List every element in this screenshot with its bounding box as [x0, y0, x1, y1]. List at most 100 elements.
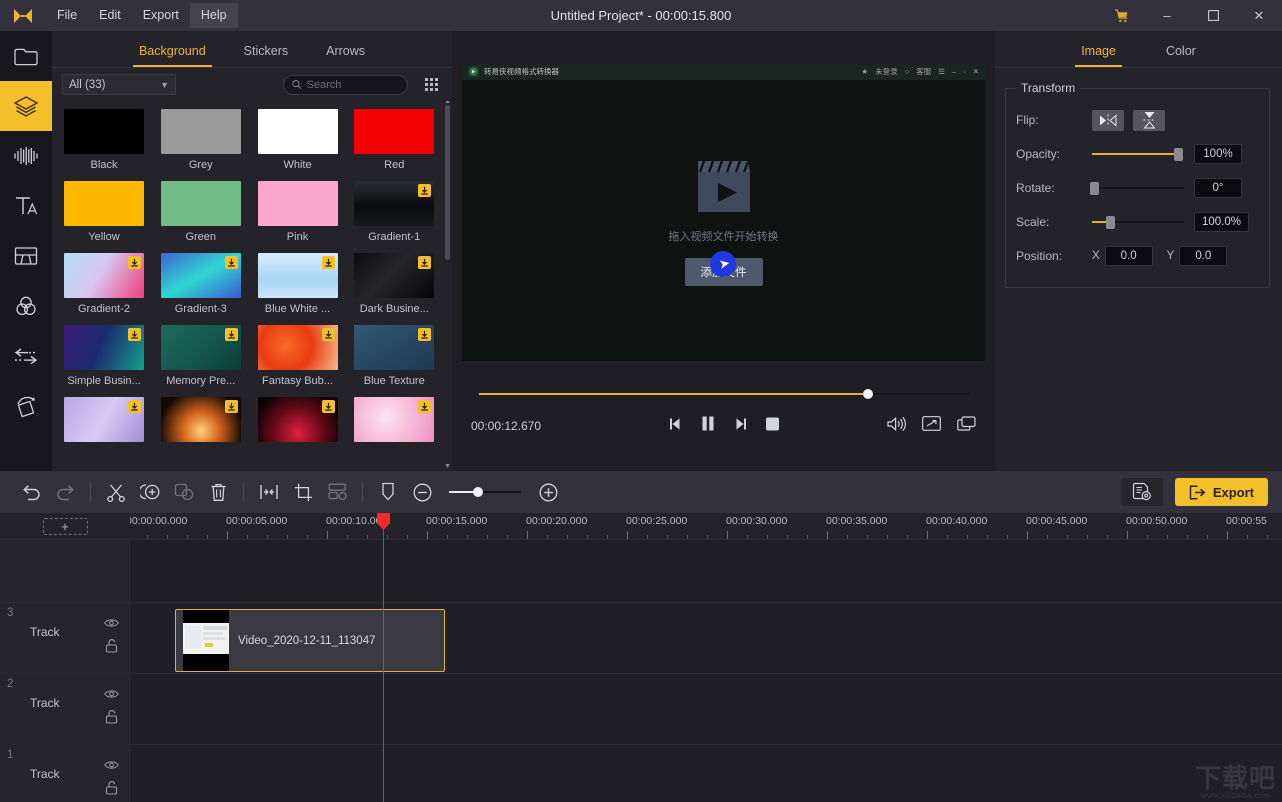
- background-tile[interactable]: Gradient-2: [64, 253, 144, 315]
- download-icon[interactable]: [128, 400, 141, 413]
- background-thumbnail[interactable]: [258, 253, 338, 298]
- background-tile[interactable]: Simple Busin...: [64, 325, 144, 387]
- sidebar-item-text[interactable]: [0, 181, 52, 231]
- background-thumbnail[interactable]: [161, 325, 241, 370]
- menu-help[interactable]: Help: [190, 3, 238, 28]
- close-button[interactable]: ✕: [1236, 0, 1282, 31]
- background-tile[interactable]: Pink: [258, 181, 338, 243]
- background-thumbnail[interactable]: [258, 397, 338, 442]
- sidebar-item-transitions[interactable]: [0, 331, 52, 381]
- scroll-down-arrow-icon[interactable]: ▼: [444, 463, 451, 470]
- background-tile[interactable]: Blue White ...: [258, 253, 338, 315]
- maximize-button[interactable]: [1190, 0, 1236, 31]
- tab-color[interactable]: Color: [1160, 44, 1202, 67]
- tab-background[interactable]: Background: [133, 44, 212, 67]
- background-tile[interactable]: Red: [354, 109, 434, 171]
- rotate-slider[interactable]: [1092, 181, 1184, 195]
- position-y-input[interactable]: 0.0: [1179, 246, 1227, 266]
- background-tile[interactable]: Black: [64, 109, 144, 171]
- flip-vertical-button[interactable]: [1133, 110, 1165, 131]
- background-tile[interactable]: [354, 397, 434, 447]
- split-button[interactable]: [99, 477, 133, 507]
- background-tile[interactable]: [64, 397, 144, 447]
- background-thumbnail[interactable]: [64, 181, 144, 226]
- download-icon[interactable]: [225, 256, 238, 269]
- tab-arrows[interactable]: Arrows: [320, 44, 371, 67]
- background-tile[interactable]: Dark Busine...: [354, 253, 434, 315]
- search-box[interactable]: [283, 75, 408, 95]
- rotate-value[interactable]: 0°: [1194, 178, 1242, 198]
- position-x-input[interactable]: 0.0: [1105, 246, 1153, 266]
- background-tile[interactable]: White: [258, 109, 338, 171]
- grid-view-icon[interactable]: [422, 75, 442, 95]
- snapshot-icon[interactable]: [957, 416, 976, 436]
- background-tile[interactable]: Fantasy Bub...: [258, 325, 338, 387]
- track-header[interactable]: 3Track: [0, 603, 130, 673]
- unlock-icon[interactable]: [105, 781, 118, 800]
- background-thumbnail[interactable]: [161, 253, 241, 298]
- background-thumbnail[interactable]: [161, 181, 241, 226]
- category-select[interactable]: All (33) ▼: [62, 74, 176, 95]
- mirror-button[interactable]: [252, 477, 286, 507]
- timeline-zoom-slider[interactable]: [449, 485, 521, 499]
- fullscreen-icon[interactable]: [922, 416, 941, 436]
- redo-button[interactable]: [48, 477, 82, 507]
- shopping-cart-icon[interactable]: [1098, 0, 1144, 31]
- pip-button[interactable]: [320, 477, 354, 507]
- download-icon[interactable]: [322, 256, 335, 269]
- track-header[interactable]: 2Track: [0, 674, 130, 744]
- track-lane[interactable]: Video_2020-12-11_113047: [130, 603, 1282, 673]
- background-thumbnail[interactable]: [64, 397, 144, 442]
- download-icon[interactable]: [418, 400, 431, 413]
- export-button[interactable]: Export: [1175, 478, 1268, 506]
- playhead[interactable]: [383, 513, 384, 802]
- copy-button[interactable]: [167, 477, 201, 507]
- opacity-handle[interactable]: [1174, 148, 1183, 161]
- scale-slider[interactable]: [1092, 215, 1184, 229]
- sidebar-item-overlays[interactable]: [0, 81, 52, 131]
- scale-value[interactable]: 100.0%: [1194, 212, 1249, 232]
- preview-stage[interactable]: 转易侠视频格式转换器 ★ 未登录 ○ 客服 ☰ – ▫ ✕: [462, 62, 985, 361]
- download-icon[interactable]: [225, 400, 238, 413]
- track-lane[interactable]: [130, 745, 1282, 802]
- menu-edit[interactable]: Edit: [88, 3, 132, 28]
- background-tile[interactable]: Memory Pre...: [161, 325, 241, 387]
- flip-horizontal-button[interactable]: [1092, 110, 1124, 131]
- library-scrollbar-thumb[interactable]: [445, 105, 450, 260]
- background-thumbnail[interactable]: [161, 397, 241, 442]
- crop-button[interactable]: [286, 477, 320, 507]
- stop-button[interactable]: [765, 417, 779, 436]
- background-thumbnail[interactable]: [64, 325, 144, 370]
- background-tile[interactable]: Gradient-3: [161, 253, 241, 315]
- background-thumbnail[interactable]: [354, 397, 434, 442]
- add-clip-button[interactable]: [133, 477, 167, 507]
- eye-icon[interactable]: [104, 757, 119, 775]
- timeline-ruler[interactable]: 00:00:00.00000:00:05.00000:00:10.00000:0…: [130, 513, 1282, 539]
- unlock-icon[interactable]: [105, 639, 118, 658]
- minimize-button[interactable]: –: [1144, 0, 1190, 31]
- track-header[interactable]: 1Track: [0, 745, 130, 802]
- download-icon[interactable]: [418, 256, 431, 269]
- background-thumbnail[interactable]: [354, 325, 434, 370]
- download-icon[interactable]: [128, 256, 141, 269]
- background-thumbnail[interactable]: [258, 181, 338, 226]
- search-input[interactable]: [307, 79, 399, 91]
- pause-button[interactable]: [701, 416, 714, 436]
- background-thumbnail[interactable]: [354, 181, 434, 226]
- tab-image[interactable]: Image: [1075, 44, 1122, 67]
- download-icon[interactable]: [322, 400, 335, 413]
- timeline-clip[interactable]: Video_2020-12-11_113047: [175, 609, 445, 672]
- download-icon[interactable]: [225, 328, 238, 341]
- background-thumbnail[interactable]: [258, 109, 338, 154]
- sidebar-item-media[interactable]: [0, 31, 52, 81]
- download-icon[interactable]: [322, 328, 335, 341]
- tab-stickers[interactable]: Stickers: [238, 44, 294, 67]
- sidebar-item-splitscreen[interactable]: [0, 231, 52, 281]
- eye-icon[interactable]: [104, 686, 119, 704]
- unlock-icon[interactable]: [105, 710, 118, 729]
- library-scrollbar[interactable]: [445, 105, 450, 467]
- previous-frame-button[interactable]: [668, 417, 683, 436]
- background-tile[interactable]: Yellow: [64, 181, 144, 243]
- background-thumbnail[interactable]: [64, 253, 144, 298]
- eye-icon[interactable]: [104, 615, 119, 633]
